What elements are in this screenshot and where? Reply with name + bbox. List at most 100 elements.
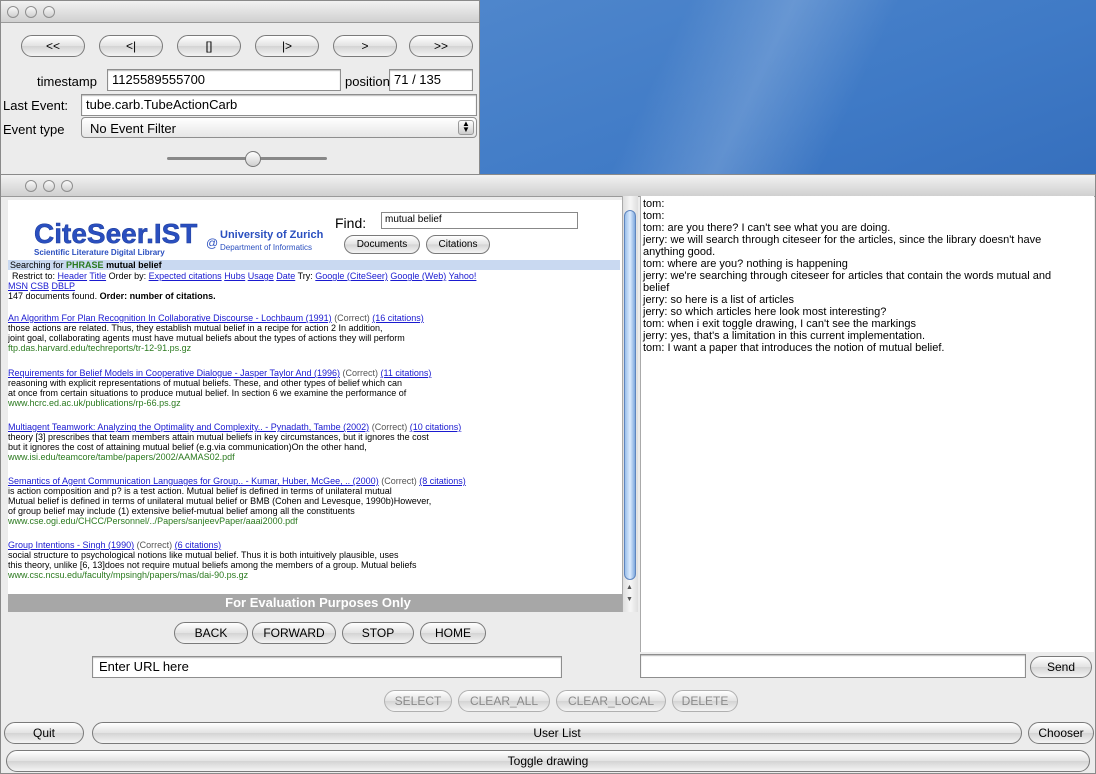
slider-knob[interactable] <box>245 151 261 167</box>
find-input[interactable]: mutual belief <box>381 212 578 229</box>
try-msn-link[interactable]: MSN <box>8 281 28 291</box>
toggle-drawing-button[interactable]: Toggle drawing <box>6 750 1090 772</box>
clear-local-button[interactable]: CLEAR_LOCAL <box>556 690 666 712</box>
result-title-link[interactable]: Semantics of Agent Communication Languag… <box>8 476 379 486</box>
scroll-down-icon[interactable]: ▼ <box>626 596 633 603</box>
select-button[interactable]: SELECT <box>384 690 452 712</box>
brand-title: CiteSeer.IST <box>34 218 198 249</box>
department-name: Department of Informatics <box>220 243 313 252</box>
result-item: Multiagent Teamwork: Analyzing the Optim… <box>8 422 618 462</box>
searching-phrase: PHRASE <box>66 260 104 270</box>
result-url[interactable]: ftp.das.harvard.edu/techreports/tr-12-91… <box>8 343 618 353</box>
searching-prefix: Searching for <box>10 260 64 270</box>
forward-button[interactable]: FORWARD <box>252 622 336 644</box>
fast-forward-button[interactable]: >> <box>409 35 473 57</box>
order-date-link[interactable]: Date <box>276 271 295 281</box>
back-button[interactable]: BACK <box>174 622 248 644</box>
result-status: (Correct) <box>334 313 370 323</box>
last-event-label: Last Event: <box>3 98 69 113</box>
try-yahoo-link[interactable]: Yahoo! <box>449 271 477 281</box>
rewind-button[interactable]: << <box>21 35 85 57</box>
chat-message: tom: when i exit toggle drawing, I can't… <box>643 318 916 330</box>
user-list-button[interactable]: User List <box>92 722 1022 744</box>
stop-button[interactable]: [] <box>177 35 241 57</box>
zoom-icon[interactable] <box>61 180 73 192</box>
result-citations-link[interactable]: (6 citations) <box>175 540 222 550</box>
order-usage-link[interactable]: Usage <box>248 271 274 281</box>
count-text: 147 documents found. <box>8 291 98 301</box>
step-forward-button[interactable]: |> <box>255 35 319 57</box>
chat-message: tom: I want a paper that introduces the … <box>643 342 945 354</box>
chat-message: jerry: so here is a list of articles <box>643 294 794 306</box>
citations-button[interactable]: Citations <box>426 235 490 254</box>
chat-message: tom: are you there? I can't see what you… <box>643 222 891 234</box>
result-citations-link[interactable]: (11 citations) <box>381 368 432 378</box>
result-url[interactable]: www.hcrc.ed.ac.uk/publications/rp-66.ps.… <box>8 398 618 408</box>
close-icon[interactable] <box>7 6 19 18</box>
try-row-2: MSN CSB DBLP <box>8 281 75 291</box>
play-button[interactable]: > <box>333 35 397 57</box>
chat-message: jerry: yes, that's a limitation in this … <box>643 330 926 342</box>
browser-scrollbar[interactable]: ▲ ▼ <box>622 196 638 612</box>
citeseer-logo: CiteSeer.IST Scientific Literature Digit… <box>34 218 198 258</box>
result-title-link[interactable]: Multiagent Teamwork: Analyzing the Optim… <box>8 422 369 432</box>
stop-load-button[interactable]: STOP <box>342 622 414 644</box>
clear-all-button[interactable]: CLEAR_ALL <box>458 690 550 712</box>
updown-arrows-icon: ▲ ▼ <box>458 120 474 135</box>
result-citations-link[interactable]: (16 citations) <box>372 313 424 323</box>
timestamp-field[interactable]: 1125589555700 <box>107 69 341 91</box>
playback-slider[interactable] <box>167 151 327 167</box>
result-item: An Algorithm For Plan Recognition In Col… <box>8 313 618 353</box>
chat-message: jerry: so which articles here look most … <box>643 306 887 318</box>
result-status: (Correct) <box>381 476 417 486</box>
try-csb-link[interactable]: CSB <box>31 281 50 291</box>
event-type-label: Event type <box>3 122 65 137</box>
chat-input[interactable] <box>640 654 1026 678</box>
delete-button[interactable]: DELETE <box>672 690 738 712</box>
result-status: (Correct) <box>371 422 408 432</box>
result-snippet: Mutual belief is defined in terms of uni… <box>8 496 432 506</box>
browser-page: CiteSeer.IST Scientific Literature Digit… <box>8 200 628 612</box>
result-snippet: at once from certain situations to produ… <box>8 388 407 398</box>
restrict-header-link[interactable]: Header <box>58 271 88 281</box>
event-type-select[interactable]: No Event Filter ▲ ▼ <box>81 117 477 138</box>
home-button[interactable]: HOME <box>420 622 486 644</box>
documents-button[interactable]: Documents <box>344 235 420 254</box>
order-hubs-link[interactable]: Hubs <box>224 271 245 281</box>
last-event-field[interactable]: tube.carb.TubeActionCarb <box>81 94 477 116</box>
chat-message: tom: where are you? nothing is happening <box>643 258 848 270</box>
result-title-link[interactable]: An Algorithm For Plan Recognition In Col… <box>8 313 332 323</box>
chat-pane: tom: tom: tom: are you there? I can't se… <box>640 196 1094 652</box>
minimize-icon[interactable] <box>25 6 37 18</box>
result-url[interactable]: www.csc.ncsu.edu/faculty/mpsingh/papers/… <box>8 570 618 580</box>
result-title-link[interactable]: Group Intentions - Singh (1990) <box>8 540 134 550</box>
result-citations-link[interactable]: (8 citations) <box>419 476 466 486</box>
result-title-link[interactable]: Requirements for Belief Models in Cooper… <box>8 368 340 378</box>
results-count: 147 documents found. Order: number of ci… <box>8 291 216 301</box>
try-google-web-link[interactable]: Google (Web) <box>390 271 446 281</box>
restrict-title-link[interactable]: Title <box>89 271 106 281</box>
university-name: University of Zurich <box>220 229 324 241</box>
zoom-icon[interactable] <box>43 6 55 18</box>
order-expected-link[interactable]: Expected citations <box>149 271 222 281</box>
scroll-thumb[interactable] <box>624 210 636 580</box>
close-icon[interactable] <box>25 180 37 192</box>
desktop-background <box>480 0 1096 180</box>
url-input[interactable]: Enter URL here <box>92 656 562 678</box>
result-url[interactable]: www.isi.edu/teamcore/tambe/papers/2002/A… <box>8 452 618 462</box>
result-url[interactable]: www.cse.ogi.edu/CHCC/Personnel/../Papers… <box>8 516 618 526</box>
step-back-button[interactable]: <| <box>99 35 163 57</box>
chooser-button[interactable]: Chooser <box>1028 722 1094 744</box>
result-item: Semantics of Agent Communication Languag… <box>8 476 618 526</box>
try-dblp-link[interactable]: DBLP <box>52 281 76 291</box>
result-citations-link[interactable]: (10 citations) <box>410 422 462 432</box>
quit-button[interactable]: Quit <box>4 722 84 744</box>
main-titlebar <box>1 175 1095 197</box>
player-window: << <| [] |> > >> timestamp 1125589555700… <box>0 0 480 176</box>
scroll-up-icon[interactable]: ▲ <box>626 584 633 591</box>
minimize-icon[interactable] <box>43 180 55 192</box>
position-field[interactable]: 71 / 135 <box>389 69 473 91</box>
send-button[interactable]: Send <box>1030 656 1092 678</box>
result-snippet: this theory, unlike [6, 13]does not requ… <box>8 560 417 570</box>
try-google-citeseer-link[interactable]: Google (CiteSeer) <box>315 271 388 281</box>
